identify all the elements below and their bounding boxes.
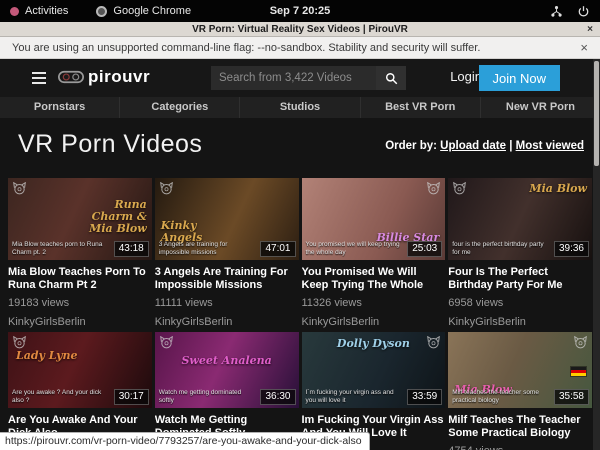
warning-text: You are using an unsupported command-lin… bbox=[12, 42, 480, 54]
page-scrollbar[interactable] bbox=[593, 59, 600, 450]
video-title-link[interactable]: 3 Angels Are Training For Impossible Mis… bbox=[155, 266, 299, 292]
video-views: 19183 views bbox=[8, 297, 152, 309]
video-card[interactable]: Billie Star You promised we will keep tr… bbox=[302, 178, 446, 328]
studio-cat-logo-icon bbox=[159, 182, 174, 195]
order-by-upload-date-link[interactable]: Upload date bbox=[440, 140, 506, 152]
thumbnail-caption: Are you awake ? And your dick also ? bbox=[12, 389, 110, 405]
login-link[interactable]: Login bbox=[450, 69, 482, 84]
video-views: 11326 views bbox=[302, 297, 446, 309]
thumbnail-overlay-title: Lady Lyne bbox=[16, 350, 78, 362]
status-url-bar: https://pirouvr.com/vr-porn-video/779325… bbox=[0, 432, 370, 450]
page-title: VR Porn Videos bbox=[18, 130, 202, 159]
warning-close-icon[interactable]: × bbox=[580, 40, 588, 55]
thumbnail-caption: I´m fucking your virgin ass and you will… bbox=[306, 389, 404, 405]
thumbnail-caption: 3 Angels are training for impossible mis… bbox=[159, 241, 257, 257]
video-views: 6958 views bbox=[448, 297, 592, 309]
order-by: Order by: Upload date | Most viewed bbox=[385, 140, 584, 152]
clock[interactable]: Sep 7 20:25 bbox=[0, 5, 600, 17]
video-grid: Runa Charm & Mia Blow Mia Blow teaches p… bbox=[8, 178, 592, 450]
video-thumbnail[interactable]: Mia Blow four is the perfect birthday pa… bbox=[448, 178, 592, 260]
network-tray-icon[interactable] bbox=[550, 5, 563, 18]
thumbnail-overlay-title: Sweet Analena bbox=[155, 355, 299, 367]
video-studio-link[interactable]: KinkyGirlsBerlin bbox=[155, 316, 299, 328]
studio-cat-logo-icon bbox=[12, 336, 27, 349]
thumbnail-overlay-title: Runa Charm & Mia Blow bbox=[73, 199, 147, 235]
video-thumbnail[interactable]: Sweet Analena Watch me getting dominated… bbox=[155, 332, 299, 408]
order-by-label: Order by: bbox=[385, 140, 437, 152]
video-duration-badge: 36:30 bbox=[260, 389, 295, 405]
thumbnail-overlay-title: Dolly Dyson bbox=[302, 338, 446, 350]
site-logo[interactable]: pirouvr bbox=[58, 67, 150, 87]
studio-cat-logo-icon bbox=[452, 182, 467, 195]
video-studio-link[interactable]: KinkyGirlsBerlin bbox=[302, 316, 446, 328]
studio-cat-logo-icon bbox=[159, 336, 174, 349]
video-duration-badge: 33:59 bbox=[407, 389, 442, 405]
vr-goggles-icon bbox=[58, 70, 84, 84]
video-thumbnail[interactable]: Billie Star You promised we will keep tr… bbox=[302, 178, 446, 260]
nav-item-new-vr-porn[interactable]: New VR Porn bbox=[480, 97, 600, 118]
video-studio-link[interactable]: KinkyGirlsBerlin bbox=[448, 316, 592, 328]
video-views: 11111 views bbox=[155, 297, 299, 309]
video-duration-badge: 47:01 bbox=[260, 241, 295, 257]
video-card[interactable]: Kinky Angels 3 Angels are training for i… bbox=[155, 178, 299, 328]
sandbox-warning-bar: You are using an unsupported command-lin… bbox=[0, 37, 600, 59]
video-thumbnail[interactable]: Lady Lyne Are you awake ? And your dick … bbox=[8, 332, 152, 408]
thumbnail-caption: You promised we will keep trying the who… bbox=[306, 241, 404, 257]
thumbnail-caption: Watch me getting dominated softly bbox=[159, 389, 257, 405]
scrollbar-thumb[interactable] bbox=[594, 61, 599, 166]
video-title-link[interactable]: You Promised We Will Keep Trying The Who… bbox=[302, 266, 446, 292]
video-duration-badge: 43:18 bbox=[114, 241, 149, 257]
search-button[interactable] bbox=[376, 66, 406, 90]
video-studio-link[interactable]: KinkyGirlsBerlin bbox=[8, 316, 152, 328]
video-title-link[interactable]: Milf Teaches The Teacher Some Practical … bbox=[448, 414, 592, 440]
nav-item-categories[interactable]: Categories bbox=[119, 97, 239, 118]
logo-text: pirouvr bbox=[88, 67, 150, 87]
order-by-separator: | bbox=[509, 140, 512, 152]
video-duration-badge: 35:58 bbox=[554, 389, 589, 405]
video-card[interactable]: Mia Blow four is the perfect birthday pa… bbox=[448, 178, 592, 328]
video-thumbnail[interactable]: Mia Blow Milf teaches the teacher some p… bbox=[448, 332, 592, 408]
power-icon[interactable] bbox=[577, 5, 590, 18]
join-now-button[interactable]: Join Now bbox=[479, 65, 560, 91]
order-by-most-viewed-link[interactable]: Most viewed bbox=[516, 140, 584, 152]
studio-cat-logo-icon bbox=[12, 182, 27, 195]
nav-item-studios[interactable]: Studios bbox=[239, 97, 359, 118]
hamburger-menu-icon[interactable] bbox=[32, 72, 46, 84]
search-input[interactable] bbox=[211, 66, 376, 90]
video-thumbnail[interactable]: Dolly Dyson I´m fucking your virgin ass … bbox=[302, 332, 446, 408]
german-flag-icon bbox=[570, 366, 587, 377]
page-content: VR Porn Videos Order by: Upload date | M… bbox=[0, 118, 600, 450]
main-nav: Pornstars Categories Studios Best VR Por… bbox=[0, 97, 600, 118]
tab-title: VR Porn: Virtual Reality Sex Videos | Pi… bbox=[192, 24, 408, 35]
video-duration-badge: 30:17 bbox=[114, 389, 149, 405]
thumbnail-caption: Mia Blow teaches porn to Runa Charm pt. … bbox=[12, 241, 110, 257]
video-views: 4754 views bbox=[448, 445, 592, 450]
nav-item-best-vr-porn[interactable]: Best VR Porn bbox=[360, 97, 480, 118]
studio-cat-logo-icon bbox=[573, 336, 588, 349]
video-thumbnail[interactable]: Kinky Angels 3 Angels are training for i… bbox=[155, 178, 299, 260]
tab-close-icon[interactable]: × bbox=[587, 22, 593, 37]
thumbnail-caption: four is the perfect birthday party for m… bbox=[452, 241, 550, 257]
video-duration-badge: 25:03 bbox=[407, 241, 442, 257]
thumbnail-caption: Milf teaches the teacher some practical … bbox=[452, 389, 550, 405]
site-header: pirouvr Login Join Now bbox=[0, 59, 600, 97]
studio-cat-logo-icon bbox=[426, 182, 441, 195]
system-top-bar: Activities Google Chrome Sep 7 20:25 bbox=[0, 0, 600, 22]
video-title-link[interactable]: Four Is The Perfect Birthday Party For M… bbox=[448, 266, 592, 292]
video-card[interactable]: Mia Blow Milf teaches the teacher some p… bbox=[448, 332, 592, 450]
video-title-link[interactable]: Mia Blow Teaches Porn To Runa Charm Pt 2 bbox=[8, 266, 152, 292]
video-card[interactable]: Runa Charm & Mia Blow Mia Blow teaches p… bbox=[8, 178, 152, 328]
video-thumbnail[interactable]: Runa Charm & Mia Blow Mia Blow teaches p… bbox=[8, 178, 152, 260]
video-duration-badge: 39:36 bbox=[554, 241, 589, 257]
thumbnail-overlay-title: Mia Blow bbox=[529, 183, 587, 195]
search-icon bbox=[385, 72, 398, 85]
nav-item-pornstars[interactable]: Pornstars bbox=[0, 97, 119, 118]
browser-title-bar: VR Porn: Virtual Reality Sex Videos | Pi… bbox=[0, 22, 600, 37]
